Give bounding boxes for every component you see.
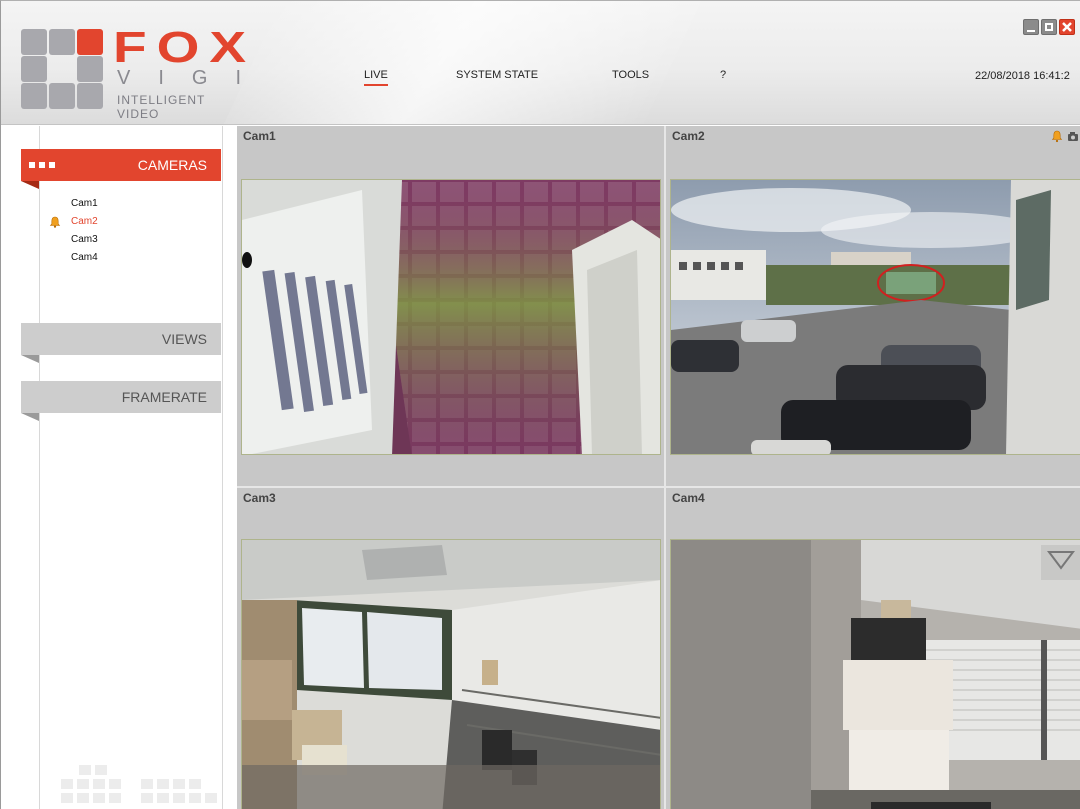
nav-tools[interactable]: TOOLS (612, 69, 649, 81)
camera-list-item-cam4[interactable]: Cam4 (71, 252, 98, 263)
alert-icons (1051, 130, 1080, 144)
camera-list-item-cam2[interactable]: Cam2 (71, 216, 98, 227)
foxvigi-logo: FOX VIGI INTELLIGENT VIDEO (21, 23, 246, 121)
camera-tile-cam1[interactable]: Cam1 (237, 126, 664, 486)
brand-tagline: INTELLIGENT VIDEO (117, 93, 206, 121)
sidebar: CAMERAS Cam1 Cam2 Cam3 Cam4 VIEWS FRAMER… (1, 126, 233, 809)
logo-squares (21, 25, 105, 109)
header: FOX VIGI INTELLIGENT VIDEO LIVE SYSTEM S… (1, 1, 1080, 125)
nav-system-state[interactable]: SYSTEM STATE (456, 69, 538, 81)
camera-tile-title: Cam3 (243, 491, 276, 505)
nav-help[interactable]: ? (720, 69, 726, 81)
video-grid: Cam1 Cam2 Cam3 Cam4 (237, 126, 1080, 809)
brand-subname: VIGI (117, 67, 270, 89)
camera-tile-title: Cam4 (672, 491, 705, 505)
camera-image (242, 540, 660, 809)
views-panel-header[interactable]: VIEWS (21, 323, 221, 363)
camera-tile-cam4[interactable]: Cam4 (666, 488, 1080, 809)
camera-image (242, 180, 660, 454)
camera-feed-cam1[interactable] (241, 179, 661, 455)
brand-name: FOX (113, 23, 257, 72)
alarm-bell-icon[interactable] (1051, 130, 1080, 144)
camera-tile-cam3[interactable]: Cam3 (237, 488, 664, 809)
cameras-panel-header[interactable]: CAMERAS (21, 149, 221, 189)
alarm-bell-icon (49, 216, 61, 228)
datetime-display: 22/08/2018 16:41:2 (975, 70, 1070, 82)
app-window: FOX VIGI INTELLIGENT VIDEO LIVE SYSTEM S… (0, 0, 1080, 809)
camera-tile-title: Cam1 (243, 129, 276, 143)
close-icon (1062, 22, 1072, 32)
camera-image (671, 180, 1080, 454)
framerate-panel-label: FRAMERATE (121, 389, 207, 405)
minimize-icon (1027, 23, 1035, 32)
camera-tile-title: Cam2 (672, 129, 705, 143)
maximize-icon (1045, 23, 1053, 31)
camera-feed-cam2[interactable] (670, 179, 1080, 455)
cameras-panel-label: CAMERAS (137, 157, 207, 173)
background-pattern-icon (61, 765, 217, 803)
camera-image (671, 540, 1080, 809)
maximize-button[interactable] (1041, 19, 1057, 35)
camera-feed-cam3[interactable] (241, 539, 661, 809)
camera-tile-cam2[interactable]: Cam2 (666, 126, 1080, 486)
views-panel-label: VIEWS (161, 331, 207, 347)
framerate-panel-header[interactable]: FRAMERATE (21, 381, 221, 421)
minimize-button[interactable] (1023, 19, 1039, 35)
camera-feed-cam4[interactable] (670, 539, 1080, 809)
close-button[interactable] (1059, 19, 1075, 35)
camera-list-item-cam3[interactable]: Cam3 (71, 234, 98, 245)
nav-live[interactable]: LIVE (364, 69, 388, 86)
camera-list-item-cam1[interactable]: Cam1 (71, 198, 98, 209)
